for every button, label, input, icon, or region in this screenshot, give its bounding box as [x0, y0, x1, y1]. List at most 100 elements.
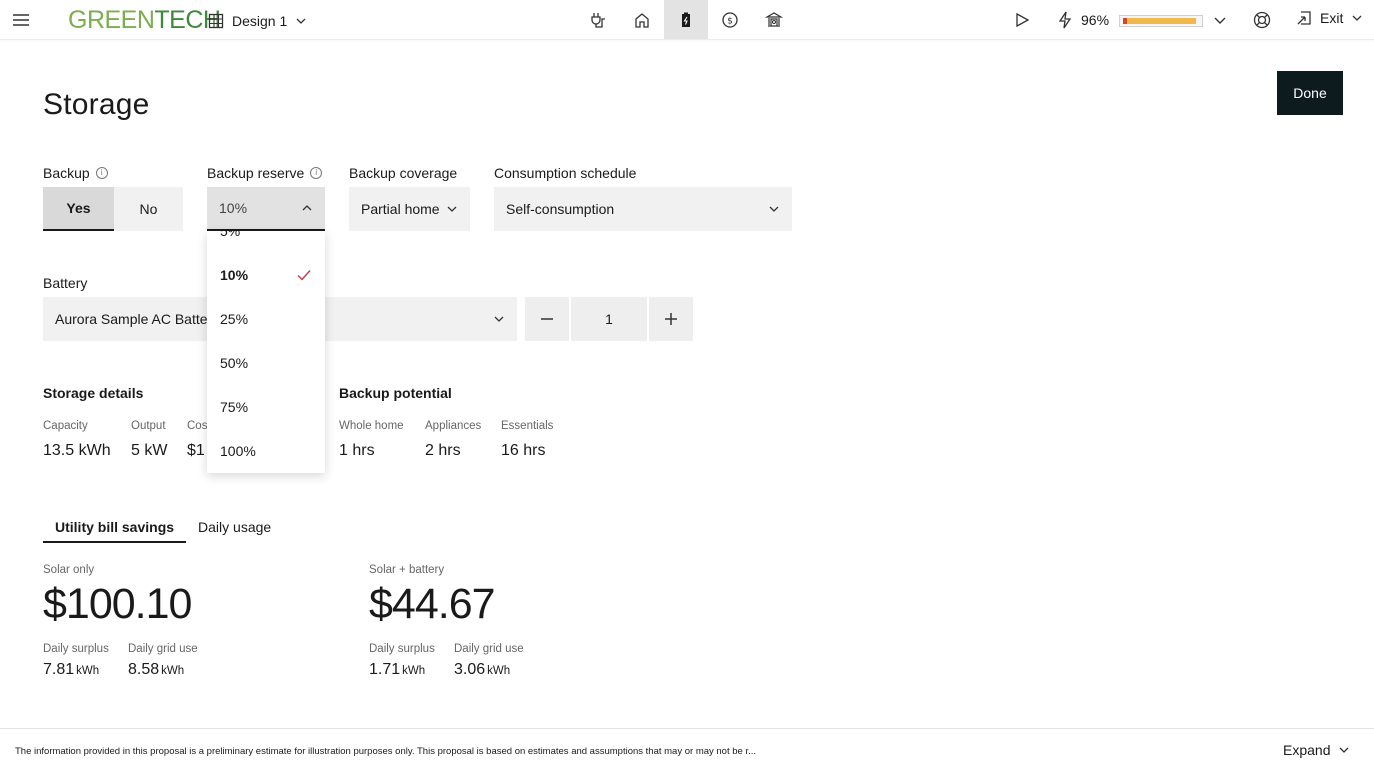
- svg-text:$: $: [727, 16, 733, 26]
- decrement-button[interactable]: [525, 297, 569, 341]
- plus-icon: [665, 313, 677, 325]
- essentials-label: Essentials: [501, 420, 554, 432]
- whole-home-value: 1 hrs: [339, 442, 375, 459]
- plug-icon: [591, 12, 605, 28]
- energy-meter-fill: [1123, 18, 1196, 24]
- backup-coverage-value: Partial home: [361, 201, 440, 217]
- output-label: Output: [131, 420, 166, 432]
- backup-yes-option[interactable]: Yes: [43, 187, 114, 231]
- value-unit: kWh: [76, 665, 100, 677]
- dropdown-option-label: 5%: [220, 231, 241, 239]
- solar-battery-amount: $44.67: [369, 580, 496, 628]
- brand-logo: GREENTECH: [68, 6, 221, 34]
- solar-only-label: Solar only: [43, 564, 95, 576]
- dropdown-option-label: 100%: [220, 443, 256, 459]
- solar-battery-grid-value: 3.06 kWh: [454, 661, 510, 679]
- dropdown-option-label: 25%: [220, 311, 249, 327]
- backup-potential-title: Backup potential: [339, 385, 452, 401]
- solar-battery-label: Solar + battery: [369, 564, 445, 576]
- dropdown-option-label: 75%: [220, 399, 249, 415]
- value-unit: kWh: [487, 665, 511, 677]
- capacity-label: Capacity: [43, 420, 88, 432]
- footer-bar: The information provided in this proposa…: [0, 728, 1374, 772]
- solar-battery-surplus-label: Daily surplus: [369, 643, 435, 655]
- backup-no-option[interactable]: No: [114, 187, 183, 231]
- backup-coverage-label: Backup coverage: [349, 165, 458, 181]
- nav-battery-icon[interactable]: [664, 0, 708, 39]
- backup-reserve-select[interactable]: 10%: [207, 187, 325, 231]
- info-icon[interactable]: i: [95, 167, 108, 179]
- bolt-icon: [1057, 11, 1073, 34]
- chevron-down-icon: [1352, 15, 1362, 21]
- dropdown-option[interactable]: 50%: [207, 341, 325, 385]
- solar-battery-grid-label: Daily grid use: [454, 643, 524, 655]
- backup-label: Backup i: [43, 165, 108, 181]
- nav-bank-icon[interactable]: [752, 0, 796, 39]
- whole-home-label: Whole home: [339, 420, 404, 432]
- battery-icon: [682, 12, 690, 27]
- chevron-down-icon[interactable]: [1212, 12, 1228, 33]
- battery-quantity-value[interactable]: 1: [571, 297, 647, 341]
- chevron-down-icon: [1340, 747, 1349, 753]
- value-unit: kWh: [161, 665, 185, 677]
- appliances-value: 2 hrs: [425, 442, 461, 459]
- chevron-down-icon: [494, 316, 504, 322]
- play-icon[interactable]: [1013, 11, 1031, 34]
- value-number: 1.71: [369, 661, 401, 678]
- output-value: 5 kW: [131, 442, 168, 459]
- bank-icon: [765, 11, 783, 27]
- backup-toggle: Yes No: [43, 187, 183, 231]
- battery-quantity-stepper: 1: [525, 297, 693, 341]
- check-icon: [297, 270, 311, 281]
- design-selector[interactable]: Design 1: [208, 10, 307, 32]
- solar-only-surplus-label: Daily surplus: [43, 643, 109, 655]
- exit-label: Exit: [1320, 10, 1344, 26]
- dropdown-option[interactable]: 5%: [207, 231, 325, 253]
- nav-home-icon[interactable]: [620, 0, 664, 39]
- backup-label-text: Backup: [43, 165, 90, 181]
- minus-icon: [541, 318, 553, 320]
- exit-button[interactable]: Exit: [1296, 10, 1363, 26]
- chevron-down-icon: [447, 206, 457, 212]
- dropdown-option[interactable]: 75%: [207, 385, 325, 429]
- consumption-schedule-value: Self-consumption: [506, 201, 615, 217]
- consumption-schedule-select[interactable]: Self-consumption: [494, 187, 792, 231]
- appliances-label: Appliances: [425, 420, 482, 432]
- info-icon[interactable]: i: [310, 167, 323, 179]
- home-icon: [635, 12, 649, 28]
- tab-daily-usage[interactable]: Daily usage: [186, 515, 283, 543]
- value-number: 3.06: [454, 661, 486, 678]
- dollar-icon: $: [722, 11, 738, 28]
- consumption-schedule-label: Consumption schedule: [494, 165, 637, 181]
- increment-button[interactable]: [649, 297, 693, 341]
- cost-value: $1: [187, 442, 205, 459]
- solar-only-amount: $100.10: [43, 580, 192, 628]
- solar-only-surplus-value: 7.81 kWh: [43, 661, 99, 679]
- dropdown-option-selected[interactable]: 10%: [207, 253, 325, 297]
- energy-meter-low-marker: [1123, 18, 1127, 24]
- chevron-up-icon: [302, 205, 312, 211]
- tab-utility-bill-savings[interactable]: Utility bill savings: [43, 515, 187, 543]
- essentials-value: 16 hrs: [501, 442, 546, 459]
- exit-icon: [1297, 11, 1311, 25]
- backup-reserve-label: Backup reserve i: [207, 165, 323, 181]
- solar-only-grid-value: 8.58 kWh: [128, 661, 184, 679]
- nav-plug-icon[interactable]: [576, 0, 620, 39]
- dropdown-option-label: 10%: [220, 267, 249, 283]
- battery-value: Aurora Sample AC Batte: [55, 311, 208, 327]
- dropdown-option[interactable]: 100%: [207, 429, 325, 473]
- dropdown-option[interactable]: 25%: [207, 297, 325, 341]
- backup-reserve-label-text: Backup reserve: [207, 165, 305, 181]
- lifebuoy-icon[interactable]: [1253, 11, 1271, 34]
- expand-button[interactable]: Expand: [1283, 742, 1350, 758]
- page-title: Storage: [43, 88, 150, 121]
- solar-battery-surplus-value: 1.71 kWh: [369, 661, 425, 679]
- backup-coverage-select[interactable]: Partial home: [349, 187, 470, 231]
- top-bar: GREENTECH Design 1 $ 96% Exit: [0, 0, 1374, 40]
- nav-dollar-icon[interactable]: $: [708, 0, 752, 39]
- backup-reserve-value: 10%: [219, 200, 248, 216]
- done-button[interactable]: Done: [1277, 71, 1343, 115]
- menu-icon[interactable]: [11, 11, 31, 29]
- value-number: 8.58: [128, 661, 160, 678]
- brand-logo-green: GREEN: [68, 6, 155, 34]
